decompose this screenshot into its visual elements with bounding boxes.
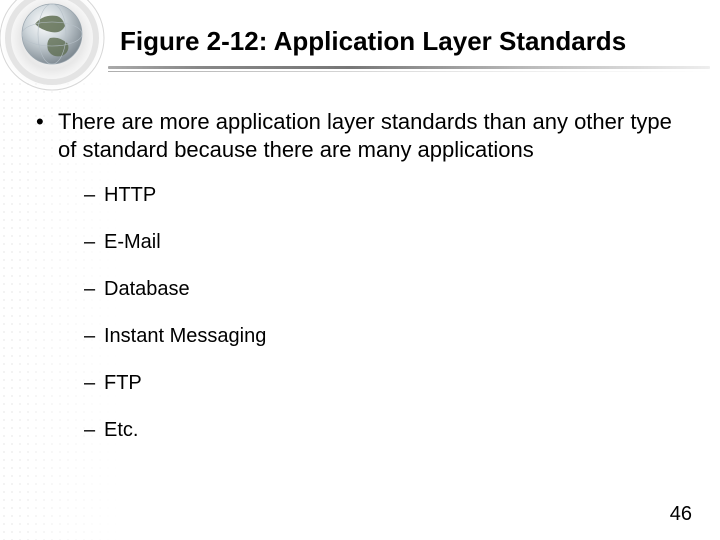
- bullet-main-text: There are more application layer standar…: [58, 109, 672, 162]
- slide-title: Figure 2-12: Application Layer Standards: [120, 26, 700, 57]
- title-underline: [108, 66, 710, 76]
- sub-bullet-text: Instant Messaging: [104, 325, 266, 347]
- sub-bullet: Instant Messaging: [84, 324, 680, 349]
- sub-bullet: FTP: [84, 371, 680, 396]
- sub-bullet-text: HTTP: [104, 184, 156, 206]
- sub-bullet: Etc.: [84, 418, 680, 443]
- page-number: 46: [670, 503, 692, 526]
- sub-bullet: E-Mail: [84, 230, 680, 255]
- bullet-main: There are more application layer standar…: [36, 108, 680, 443]
- sub-bullet: HTTP: [84, 183, 680, 208]
- sub-bullet: Database: [84, 277, 680, 302]
- slide-body: There are more application layer standar…: [36, 108, 680, 465]
- sub-bullet-text: FTP: [104, 372, 142, 394]
- sub-bullet-text: Database: [104, 278, 190, 300]
- sub-bullet-text: E-Mail: [104, 231, 161, 253]
- globe-icon: [0, 0, 110, 100]
- sub-bullet-text: Etc.: [104, 419, 138, 441]
